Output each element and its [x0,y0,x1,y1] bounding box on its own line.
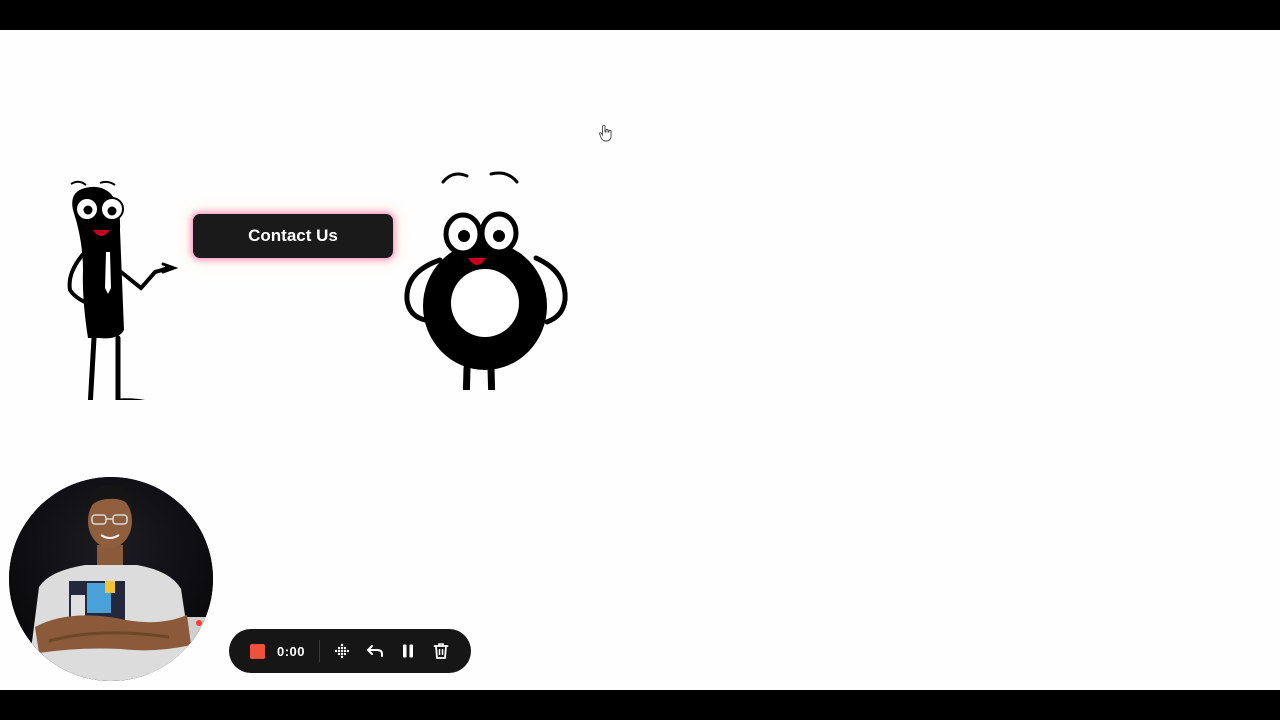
screen-frame: Contact Us 0:00 [0,0,1280,720]
page-canvas: Contact Us 0:00 [0,30,1280,690]
undo-icon[interactable] [366,642,384,660]
letter-o-character [404,171,568,390]
letter-i-character [67,180,179,400]
presenter-video-frame [9,477,213,681]
recording-toolbar: 0:00 [229,629,471,673]
trash-icon[interactable] [432,642,450,660]
webcam-preview[interactable] [9,477,213,681]
recording-timer: 0:00 [277,643,306,659]
stop-icon[interactable] [250,643,265,659]
contact-us-button[interactable]: Contact Us [193,214,393,258]
pause-icon[interactable] [399,642,417,660]
hand-pointer-icon [599,124,612,142]
toolbar-divider [319,640,321,662]
grid-dots-icon[interactable] [333,642,351,660]
